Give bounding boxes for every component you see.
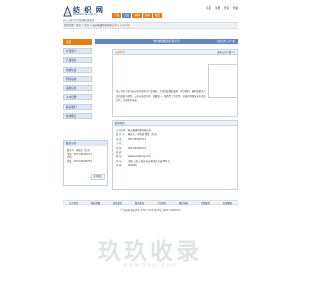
company-photo — [208, 64, 238, 98]
sidebar-item-supply[interactable]: 供求信息 — [63, 66, 92, 73]
breadcrumb-current: 公司介绍 — [120, 24, 130, 28]
nav-item-products[interactable]: 产品 — [112, 13, 122, 18]
logo-url: www.tex-net.com.cn — [73, 12, 97, 16]
sidebar: 首页 公司简介 产品展示 供求信息 新闻动态 资质证书 人才招聘 联系我们 在线… — [63, 39, 92, 122]
main-nav: 产品 企业 求购 商城 展会 — [112, 13, 162, 18]
footer-link[interactable]: 网站导航 — [179, 201, 188, 205]
intro-title: 公司简介 — [115, 51, 126, 54]
sidebar-item-message[interactable]: 在线留言 — [63, 113, 92, 120]
sidebar-item-home[interactable]: 首页 — [63, 39, 92, 45]
contact-row: 邮 编： 200000 — [116, 164, 137, 168]
sidebar-contact-title: 联系方式 — [64, 141, 107, 146]
nav-item-companies[interactable]: 企业 — [122, 13, 132, 18]
sidebar-item-products[interactable]: 产品展示 — [63, 57, 92, 64]
title-bar-right-text: 您的位置 公司介绍 — [216, 40, 235, 43]
company-intro-panel: 公司简介 更多公司介绍>> 本公司位于浙江杭州市区域滨江产业园区，主营纺织服装面… — [112, 49, 238, 117]
footer-link[interactable]: 关于我们 — [69, 201, 78, 205]
watermark-url: www.99sl.com — [122, 262, 178, 269]
leave-message-button[interactable]: 在线留言 — [91, 174, 105, 180]
company-title-bar: 杭州纳通贸易有限公司 您的位置 公司介绍 — [95, 39, 238, 44]
watermark-title: 玖玖收录 — [98, 239, 202, 265]
top-link-login[interactable]: 登录 — [224, 7, 229, 10]
top-links: 首页 注册 登录 帮助 — [206, 6, 241, 10]
more-intro-link[interactable]: 更多公司介绍>> — [217, 50, 235, 55]
footer-link[interactable]: 网站地图 — [91, 201, 100, 205]
sidebar-item-certificates[interactable]: 资质证书 — [63, 85, 92, 92]
footer-link[interactable]: 付费服务 — [201, 201, 210, 205]
top-link-help[interactable]: 帮助 — [233, 7, 238, 10]
footer-link[interactable]: 广告服务 — [157, 201, 166, 205]
nav-item-buy[interactable]: 求购 — [132, 13, 142, 18]
sidebar-item-contact[interactable]: 联系我们 — [63, 103, 92, 110]
intro-text: 本公司位于浙江杭州市区域滨江产业园区，主营纺织服装面料、化纤原料、辅料及相关产品… — [116, 90, 206, 103]
sidebar-contact-box: 联系方式 联系人：杨先生 (先生) 电话：0571-82345*17 手机： 传… — [63, 140, 108, 186]
breadcrumb: 您的位置：首页 > 企业 > 杭州纳通贸易有限公司 > 公司介绍 — [64, 23, 130, 27]
contact-panel: 联系我们 公司名称：杭州纳通贸易有限公司 联 系 人：杨先生 / 市场部 经理（… — [112, 120, 238, 190]
website-link[interactable]: www.hznatong.com — [128, 155, 151, 158]
logo-icon — [63, 6, 72, 17]
footer-link[interactable]: 联系我们 — [113, 201, 122, 205]
footer-links: 关于我们 网站地图 联系我们 服务条款 广告服务 网站导航 付费服务 在线客服 — [63, 200, 238, 205]
top-link-home[interactable]: 首页 — [206, 7, 211, 10]
sidebar-item-profile[interactable]: 公司简介 — [63, 48, 92, 54]
nav-item-mall[interactable]: 商城 — [142, 13, 152, 18]
sidebar-item-news[interactable]: 新闻动态 — [63, 75, 92, 82]
contact-panel-title: 联系我们 — [113, 121, 237, 126]
copyright: © 纺织网 版权所有 1997-2019 浙ICP证 浙B2-20080101 — [120, 209, 181, 212]
sidebar-contact-line: 传真：0571-82345*16 — [67, 159, 92, 163]
nav-item-expo[interactable]: 展会 — [152, 13, 162, 18]
sidebar-item-jobs[interactable]: 人才招聘 — [63, 94, 92, 101]
top-link-register[interactable]: 注册 — [215, 7, 220, 10]
breadcrumb-prefix[interactable]: 您的位置：首页 > 企业 > 杭州纳通贸易有限公司 > — [64, 24, 119, 27]
footer-link[interactable]: 在线客服 — [223, 201, 232, 205]
footer-link[interactable]: 服务条款 — [135, 201, 144, 205]
